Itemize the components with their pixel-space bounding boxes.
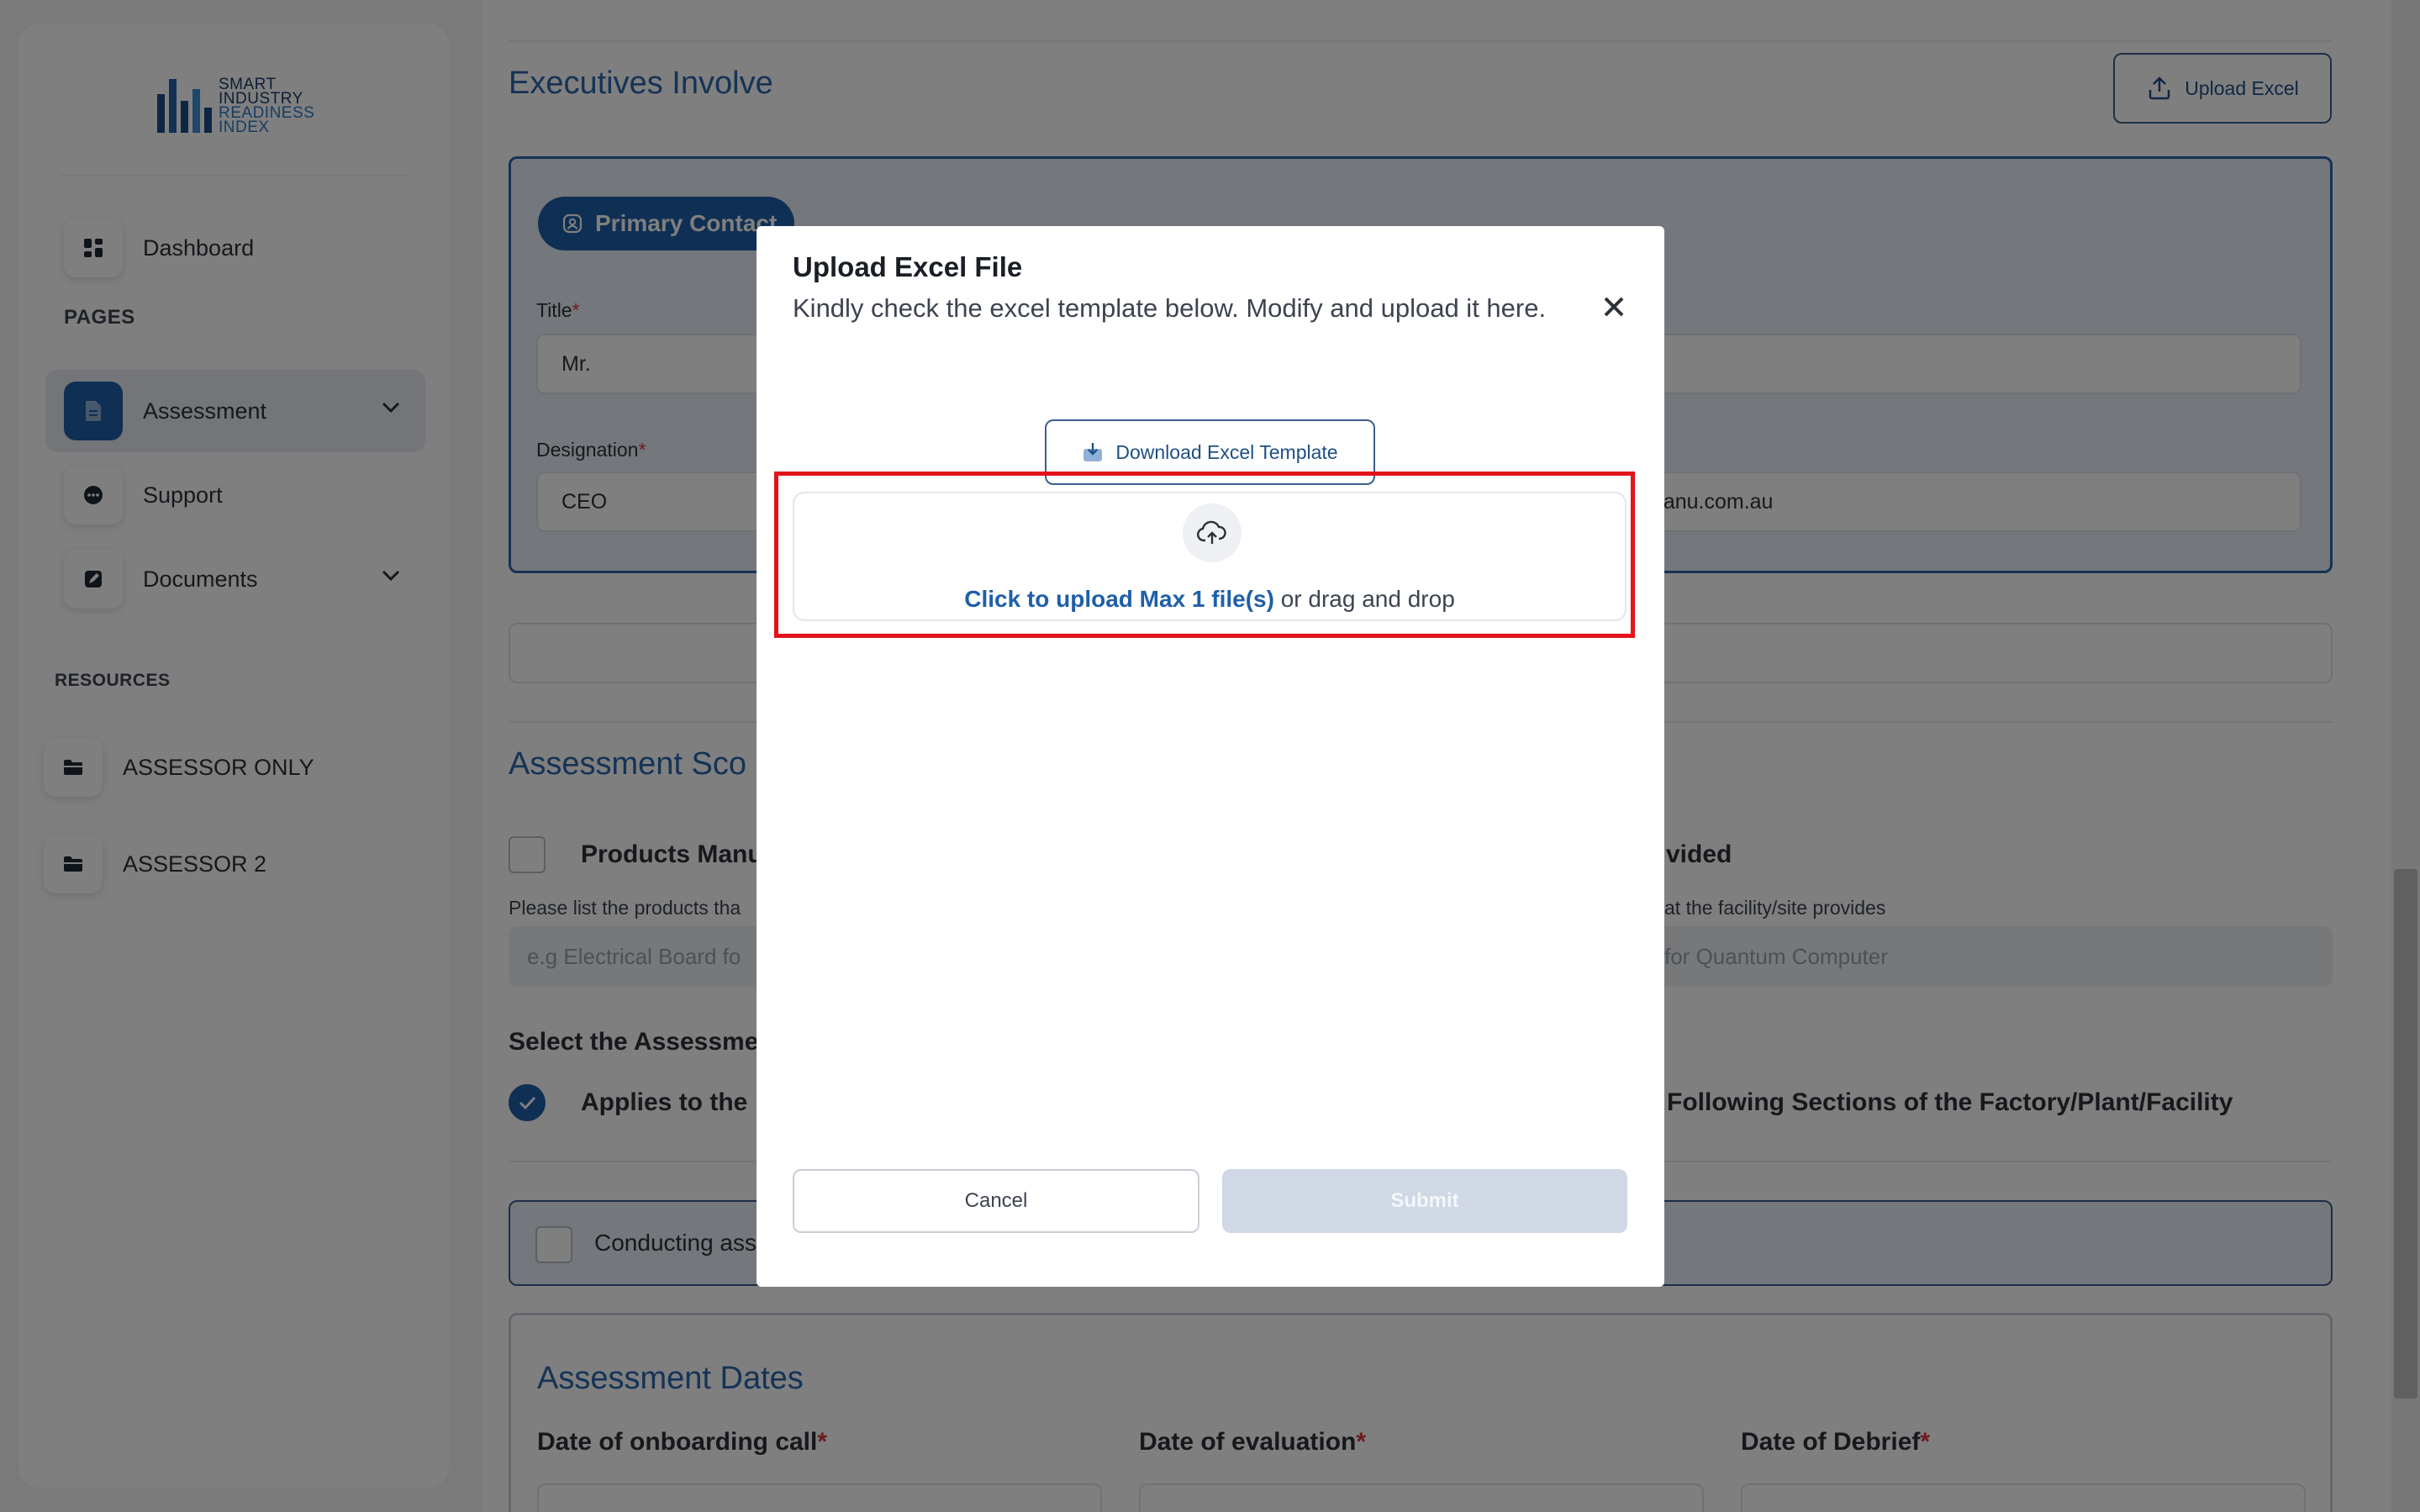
modal-title: Upload Excel File xyxy=(793,251,1023,282)
upload-excel-modal: Upload Excel File Kindly check the excel… xyxy=(757,226,1664,1287)
highlight-box xyxy=(774,472,1635,638)
cancel-button[interactable]: Cancel xyxy=(793,1169,1199,1233)
download-template-label: Download Excel Template xyxy=(1115,440,1338,463)
modal-subtitle: Kindly check the excel template below. M… xyxy=(793,293,1547,323)
download-icon xyxy=(1083,443,1103,461)
submit-button[interactable]: Submit xyxy=(1222,1169,1627,1233)
close-icon[interactable] xyxy=(1597,290,1631,324)
